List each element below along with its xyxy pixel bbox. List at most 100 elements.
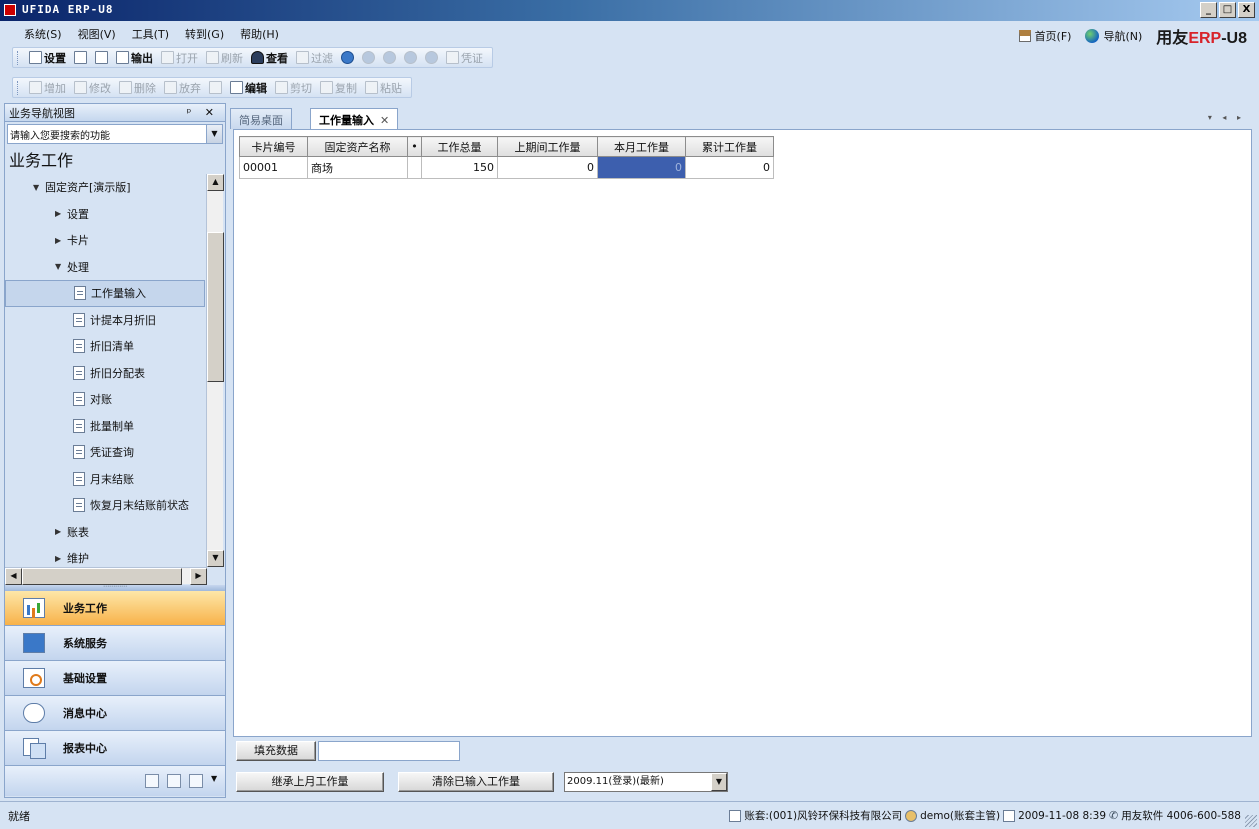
scroll-thumb[interactable] (207, 232, 224, 382)
resize-grip-icon[interactable] (1245, 815, 1257, 827)
tree-item[interactable]: ▼ 处理 (5, 254, 205, 281)
chevron-down-icon[interactable]: ▼ (206, 125, 222, 143)
last-record-button[interactable] (422, 51, 441, 64)
nav-search-box[interactable]: 请输入您要搜索的功能 ▼ (7, 124, 223, 144)
menu-goto[interactable]: 转到(G) (179, 26, 230, 42)
fill-data-button[interactable]: 填充数据 (236, 741, 316, 761)
menu-view[interactable]: 视图(V) (72, 26, 122, 42)
col-asset-name[interactable]: 固定资产名称 (307, 136, 408, 157)
voucher-button[interactable]: 凭证 (443, 50, 486, 66)
scroll-left-arrow-icon[interactable]: ◀ (5, 568, 22, 585)
tree-item[interactable]: 凭证查询 (5, 439, 205, 466)
scroll-down-arrow-icon[interactable]: ▼ (207, 550, 224, 567)
delete-button[interactable]: 删除 (116, 80, 159, 96)
tree-item[interactable]: 折旧分配表 (5, 360, 205, 387)
filter-button[interactable]: 过滤 (293, 50, 336, 66)
module-message-center[interactable]: 消息中心 (5, 696, 225, 731)
chart-small-icon[interactable] (189, 774, 203, 788)
save-button[interactable] (206, 81, 225, 94)
cut-button[interactable]: 剪切 (272, 80, 315, 96)
print-button[interactable] (71, 51, 90, 64)
copy-button[interactable]: 复制 (317, 80, 360, 96)
module-basic-settings[interactable]: 基础设置 (5, 661, 225, 696)
help-button[interactable] (338, 51, 357, 64)
tree-item[interactable]: 恢复月末结账前状态 (5, 492, 205, 519)
col-last-period-workload[interactable]: 上期间工作量 (497, 136, 598, 157)
close-button[interactable]: X (1238, 2, 1255, 18)
clear-entered-workload-button[interactable]: 清除已输入工作量 (398, 772, 554, 792)
collapsed-arrow-icon[interactable]: ▶ (55, 554, 67, 563)
expanded-arrow-icon[interactable]: ▼ (33, 183, 45, 192)
cell-marker[interactable] (407, 156, 422, 179)
module-business-work[interactable]: 业务工作 (5, 591, 225, 626)
cell-card-number[interactable]: 00001 (239, 156, 308, 179)
scroll-up-arrow-icon[interactable]: ▲ (207, 174, 224, 191)
refresh-button[interactable]: 刷新 (203, 50, 246, 66)
cell-this-month-workload[interactable]: 0 (597, 156, 686, 179)
col-this-month-workload[interactable]: 本月工作量 (597, 136, 686, 157)
hscroll-thumb[interactable] (22, 568, 182, 585)
tree-item[interactable]: 月末结账 (5, 466, 205, 493)
tree-item[interactable]: ▶ 设置 (5, 201, 205, 228)
output-button[interactable]: 输出 (113, 50, 156, 66)
tree-item[interactable]: 计提本月折旧 (5, 307, 205, 334)
col-total-workload[interactable]: 工作总量 (421, 136, 498, 157)
expanded-arrow-icon[interactable]: ▼ (55, 262, 67, 271)
tree-item[interactable]: 批量制单 (5, 413, 205, 440)
cell-total-workload[interactable]: 150 (421, 156, 498, 179)
tab-scroll-controls[interactable]: ▾ ◂ ▸ (1208, 113, 1245, 122)
paste-button[interactable]: 粘贴 (362, 80, 405, 96)
tree-item[interactable]: ▶ 卡片 (5, 227, 205, 254)
nav-header-controls[interactable]: ᵖ ✕ (187, 106, 219, 119)
view-button[interactable]: 查看 (248, 50, 291, 66)
cell-cumulative-workload[interactable]: 0 (685, 156, 774, 179)
edit-button[interactable]: 编辑 (227, 80, 270, 96)
tree-item[interactable]: 工作量输入 (5, 280, 205, 307)
chevron-down-icon[interactable]: ▼ (211, 774, 219, 788)
navigate-link[interactable]: 导航(N) (1085, 28, 1142, 44)
tree-item[interactable]: ▶ 账表 (5, 519, 205, 546)
menu-system[interactable]: 系统(S) (18, 26, 68, 42)
tree-item[interactable]: 对账 (5, 386, 205, 413)
col-card-number[interactable]: 卡片编号 (239, 136, 308, 157)
home-link[interactable]: 首页(F) (1018, 28, 1071, 44)
tree-vertical-scrollbar[interactable]: ▲ ▼ (206, 174, 224, 567)
col-marker[interactable]: • (407, 136, 422, 157)
tab-simple-desktop[interactable]: 简易桌面 (230, 108, 292, 129)
tree-item[interactable]: ▼ 固定资产[演示版] (5, 174, 205, 201)
tree-item[interactable]: 折旧清单 (5, 333, 205, 360)
collapsed-arrow-icon[interactable]: ▶ (55, 209, 67, 218)
modify-button[interactable]: 修改 (71, 80, 114, 96)
tree-item[interactable]: ▶ 维护 (5, 545, 205, 567)
cell-last-period-workload[interactable]: 0 (497, 156, 598, 179)
menu-tools[interactable]: 工具(T) (126, 26, 175, 42)
add-button[interactable]: 增加 (26, 80, 69, 96)
folder-icon[interactable] (145, 774, 159, 788)
module-system-service[interactable]: 系统服务 (5, 626, 225, 661)
table-icon[interactable] (167, 774, 181, 788)
minimize-button[interactable]: _ (1200, 2, 1217, 18)
maximize-button[interactable]: □ (1219, 2, 1236, 18)
fill-value-input[interactable] (318, 741, 460, 761)
first-record-button[interactable] (359, 51, 378, 64)
module-report-center[interactable]: 报表中心 (5, 731, 225, 766)
close-tab-icon[interactable]: ✕ (380, 114, 389, 127)
inherit-last-month-button[interactable]: 继承上月工作量 (236, 772, 384, 792)
collapsed-arrow-icon[interactable]: ▶ (55, 236, 67, 245)
table-row[interactable]: 00001 商场 150 0 0 0 (239, 156, 774, 179)
abandon-button[interactable]: 放弃 (161, 80, 204, 96)
next-record-button[interactable] (401, 51, 420, 64)
period-select[interactable]: 2009.11(登录)(最新) ▼ (564, 772, 728, 792)
nav-search-input[interactable]: 请输入您要搜索的功能 (10, 127, 110, 142)
settings-button[interactable]: 设置 (26, 50, 69, 66)
chevron-down-icon[interactable]: ▼ (711, 773, 727, 791)
prev-record-button[interactable] (380, 51, 399, 64)
tree-horizontal-scrollbar[interactable]: ◀ ▶ (5, 567, 207, 585)
menu-help[interactable]: 帮助(H) (234, 26, 285, 42)
scroll-right-arrow-icon[interactable]: ▶ (190, 568, 207, 585)
col-cumulative-workload[interactable]: 累计工作量 (685, 136, 774, 157)
tab-workload-input[interactable]: 工作量输入 ✕ (310, 108, 399, 130)
preview-button[interactable] (92, 51, 111, 64)
cell-asset-name[interactable]: 商场 (307, 156, 408, 179)
collapsed-arrow-icon[interactable]: ▶ (55, 527, 67, 536)
